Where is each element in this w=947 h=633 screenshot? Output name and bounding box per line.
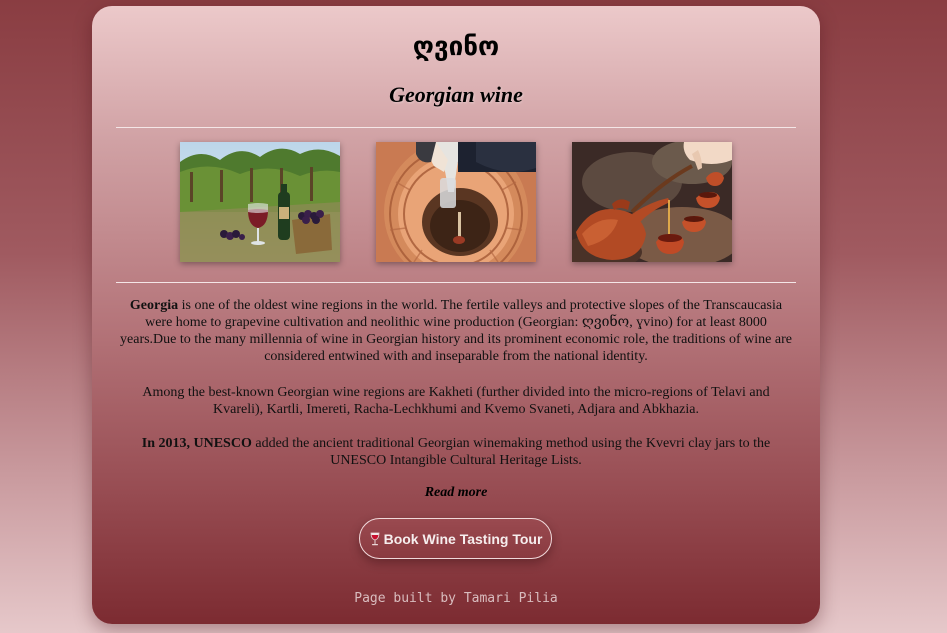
georgian-title: ღვინო [412,32,500,62]
content-card: ღვინო Georgian wine Georgia is one of th… [92,6,820,624]
book-tour-button[interactable]: Book Wine Tasting Tour [359,518,552,559]
unesco-text: added the ancient traditional Georgian w… [251,436,771,468]
vineyard-photo [180,142,340,262]
wine-glass-icon [369,532,381,546]
intro-paragraph: Georgia is one of the oldest wine region… [116,297,796,365]
georgia-highlight: Georgia [129,298,179,313]
read-more-link[interactable]: Read more [92,484,820,501]
footer-credit: Page built by Tamari Pilia [354,591,558,606]
page-subtitle: Georgian wine [389,82,523,107]
bottom-divider [116,282,796,283]
clay-jug-photo [572,142,732,262]
unesco-highlight: In 2013, UNESCO [141,436,252,451]
regions-paragraph: Among the best-known Georgian wine regio… [142,385,770,417]
photo-gallery [180,142,732,262]
qvevri-photo [376,142,536,262]
book-tour-label: Book Wine Tasting Tour [383,530,543,547]
unesco-paragraph: In 2013, UNESCO added the ancient tradit… [116,435,796,469]
intro-text: is one of the oldest wine regions in the… [120,298,792,364]
top-divider [116,127,796,128]
